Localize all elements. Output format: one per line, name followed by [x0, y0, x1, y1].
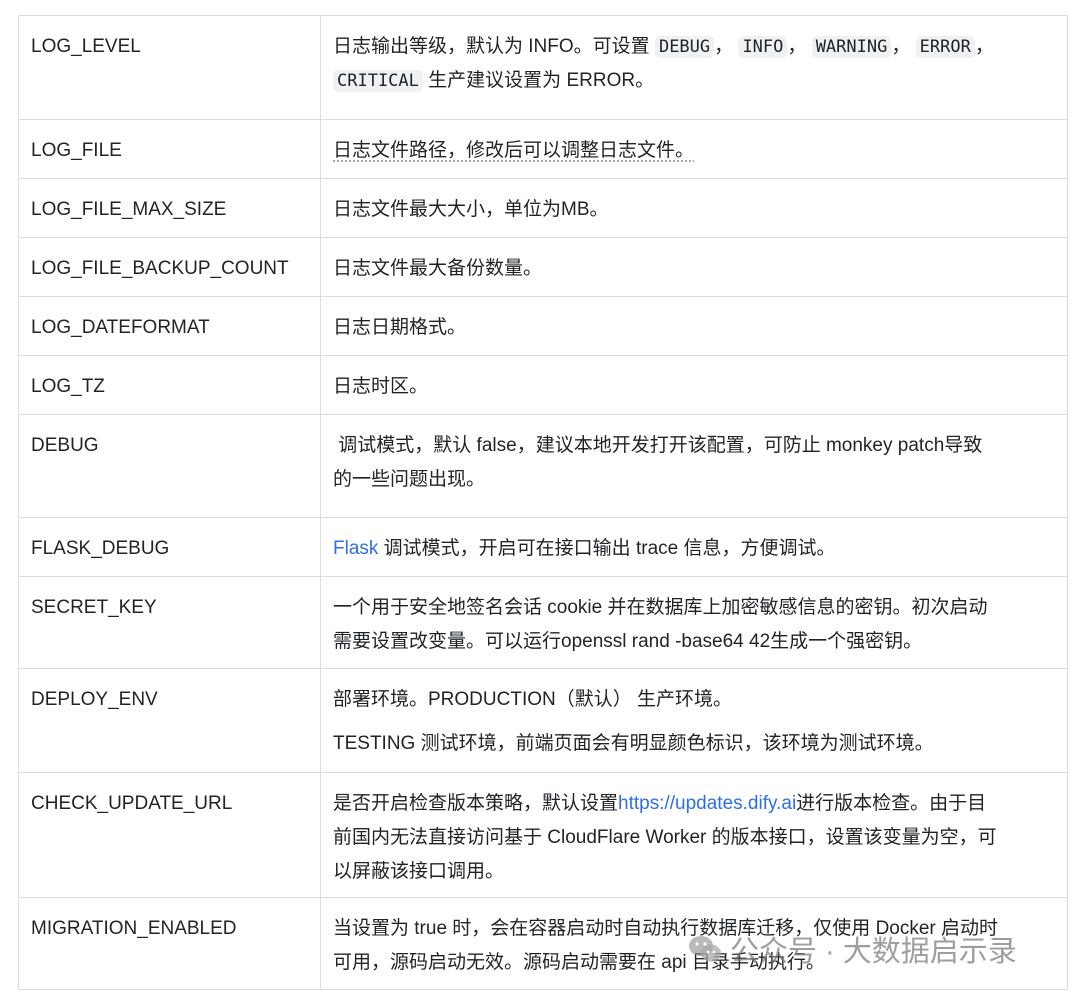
desc-line: 一个用于安全地签名会话 cookie 并在数据库上加密敏感信息的密钥。初次启动	[333, 597, 988, 618]
config-table: LOG_LEVEL 日志输出等级，默认为 INFO。可设置 DEBUG， INF…	[18, 15, 1068, 990]
config-description: 日志时区。	[320, 355, 1068, 415]
table-row: LOG_FILE_BACKUP_COUNT 日志文件最大备份数量。	[18, 237, 1068, 297]
table-row: LOG_LEVEL 日志输出等级，默认为 INFO。可设置 DEBUG， INF…	[18, 15, 1068, 120]
desc-text: 日志日期格式。	[333, 317, 467, 338]
config-description: 日志文件路径，修改后可以调整日志文件。	[320, 119, 1068, 179]
config-description: 调试模式，默认 false，建议本地开发打开该配置，可防止 monkey pat…	[320, 414, 1068, 518]
config-key: LOG_FILE_BACKUP_COUNT	[18, 237, 321, 297]
desc-paragraph: TESTING 测试环境，前端页面会有明显颜色标识，该环境为测试环境。	[333, 733, 934, 754]
config-key: CHECK_UPDATE_URL	[18, 772, 321, 898]
desc-text: 生产建议设置为 ERROR。	[428, 70, 655, 91]
separator: ，	[787, 36, 807, 57]
config-key: MIGRATION_ENABLED	[18, 897, 321, 990]
desc-line: 以屏蔽该接口调用。	[333, 861, 505, 882]
desc-paragraph: 部署环境。PRODUCTION（默认） 生产环境。	[333, 689, 733, 710]
config-key: LOG_TZ	[18, 355, 321, 415]
code-info: INFO	[738, 36, 788, 58]
table-row: LOG_FILE_MAX_SIZE 日志文件最大大小，单位为MB。	[18, 178, 1068, 238]
table-row: LOG_DATEFORMAT 日志日期格式。	[18, 296, 1068, 356]
desc-text: 进行版本检查。由于目	[796, 793, 987, 814]
desc-line: 的一些问题出现。	[333, 469, 486, 490]
code-warning: WARNING	[811, 36, 892, 58]
config-description: 是否开启检查版本策略，默认设置https://updates.dify.ai进行…	[320, 772, 1068, 898]
desc-text: 日志文件最大大小，单位为MB。	[333, 199, 609, 220]
watermark-text: 公众号 · 大数据启示录	[730, 936, 1017, 968]
config-key: LOG_DATEFORMAT	[18, 296, 321, 356]
code-error: ERROR	[915, 36, 975, 58]
table-row: CHECK_UPDATE_URL 是否开启检查版本策略，默认设置https://…	[18, 772, 1068, 898]
flask-link[interactable]: Flask	[333, 538, 378, 559]
table-row: FLASK_DEBUG Flask 调试模式，开启可在接口输出 trace 信息…	[18, 517, 1068, 577]
config-description: 日志文件最大备份数量。	[320, 237, 1068, 297]
config-key: SECRET_KEY	[18, 576, 321, 669]
config-description: 日志日期格式。	[320, 296, 1068, 356]
config-description: 日志输出等级，默认为 INFO。可设置 DEBUG， INFO， WARNING…	[320, 15, 1068, 120]
table-row: SECRET_KEY 一个用于安全地签名会话 cookie 并在数据库上加密敏感…	[18, 576, 1068, 669]
desc-line: 调试模式，默认 false，建议本地开发打开该配置，可防止 monkey pat…	[333, 435, 983, 456]
config-key: FLASK_DEBUG	[18, 517, 321, 577]
separator: ，	[974, 36, 994, 57]
desc-line: 是否开启检查版本策略，默认设置https://updates.dify.ai进行…	[333, 787, 1055, 821]
config-key: DEPLOY_ENV	[18, 668, 321, 773]
config-key: DEBUG	[18, 414, 321, 518]
table-row: DEBUG 调试模式，默认 false，建议本地开发打开该配置，可防止 monk…	[18, 414, 1068, 518]
desc-text: 日志输出等级，默认为 INFO。可设置	[333, 36, 650, 57]
table-row: LOG_TZ 日志时区。	[18, 355, 1068, 415]
wechat-icon	[688, 934, 722, 964]
separator: ，	[891, 36, 911, 57]
desc-text: 日志时区。	[333, 376, 429, 397]
config-description: Flask 调试模式，开启可在接口输出 trace 信息，方便调试。	[320, 517, 1068, 577]
desc-text: 是否开启检查版本策略，默认设置	[333, 793, 619, 814]
watermark: 公众号 · 大数据启示录	[688, 928, 1017, 970]
desc-line: 需要设置改变量。可以运行openssl rand -base64 42生成一个强…	[333, 631, 923, 652]
desc-text: 日志文件最大备份数量。	[333, 258, 543, 279]
desc-text: 调试模式，开启可在接口输出 trace 信息，方便调试。	[378, 538, 836, 559]
desc-text: 日志文件路径，修改后可以调整日志文件。	[333, 140, 695, 161]
separator: ，	[714, 36, 734, 57]
table-row: DEPLOY_ENV 部署环境。PRODUCTION（默认） 生产环境。 TES…	[18, 668, 1068, 773]
config-description: 一个用于安全地签名会话 cookie 并在数据库上加密敏感信息的密钥。初次启动 …	[320, 576, 1068, 669]
config-description: 部署环境。PRODUCTION（默认） 生产环境。 TESTING 测试环境，前…	[320, 668, 1068, 773]
update-url-link[interactable]: https://updates.dify.ai	[618, 793, 796, 814]
config-key: LOG_FILE	[18, 119, 321, 179]
code-critical: CRITICAL	[333, 70, 423, 92]
table-row: LOG_FILE 日志文件路径，修改后可以调整日志文件。	[18, 119, 1068, 179]
config-key: LOG_FILE_MAX_SIZE	[18, 178, 321, 238]
config-description: 日志文件最大大小，单位为MB。	[320, 178, 1068, 238]
desc-line: 前国内无法直接访问基于 CloudFlare Worker 的版本接口，设置该变…	[333, 827, 997, 848]
code-debug: DEBUG	[654, 36, 715, 58]
config-key: LOG_LEVEL	[18, 15, 321, 120]
